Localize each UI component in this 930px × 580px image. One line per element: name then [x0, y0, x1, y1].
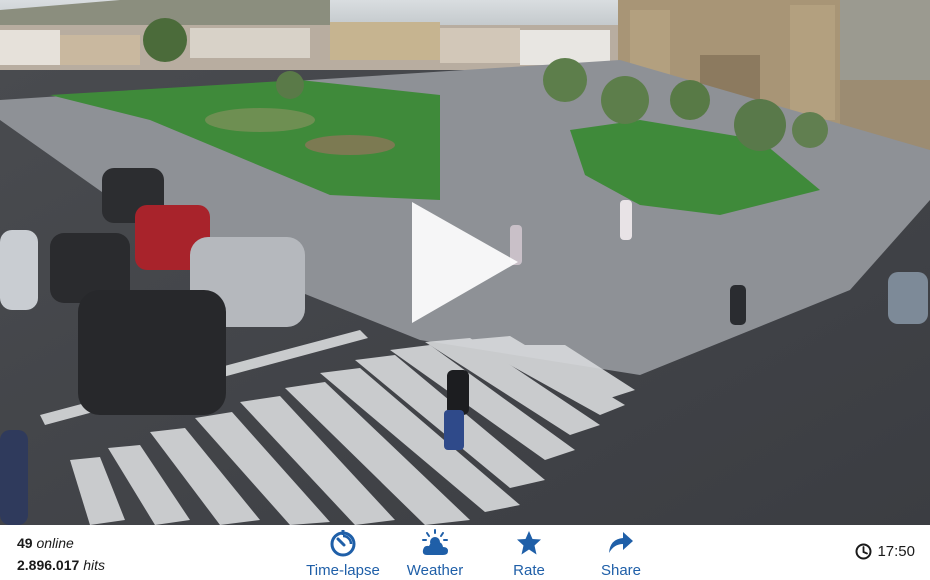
weather-label: Weather [406, 562, 464, 579]
rate-label: Rate [513, 562, 545, 579]
hits-stat: 2.896.017 hits [17, 554, 105, 576]
bottom-toolbar: 49 online 2.896.017 hits Time-lapse Weat… [0, 525, 930, 580]
timelapse-label: Time-lapse [306, 562, 380, 579]
weather-icon [422, 529, 448, 555]
online-stat: 49 online [17, 532, 105, 554]
share-icon [609, 532, 633, 553]
star-icon [517, 531, 541, 555]
share-button[interactable]: Share [596, 527, 646, 579]
play-icon[interactable] [410, 200, 520, 325]
timelapse-button[interactable]: Time-lapse [300, 527, 386, 579]
hits-label: hits [83, 557, 105, 573]
webcam-video-player[interactable] [0, 0, 930, 525]
online-count: 49 [17, 535, 33, 551]
share-label: Share [600, 562, 642, 579]
clock: 17:50 [855, 543, 915, 560]
clock-time: 17:50 [877, 543, 915, 560]
stats: 49 online 2.896.017 hits [17, 532, 105, 576]
weather-button[interactable]: Weather [400, 527, 470, 579]
online-label: online [36, 535, 74, 551]
timelapse-icon [330, 530, 356, 557]
clock-icon [855, 543, 872, 560]
rate-button[interactable]: Rate [505, 527, 553, 579]
hits-count: 2.896.017 [17, 557, 80, 573]
